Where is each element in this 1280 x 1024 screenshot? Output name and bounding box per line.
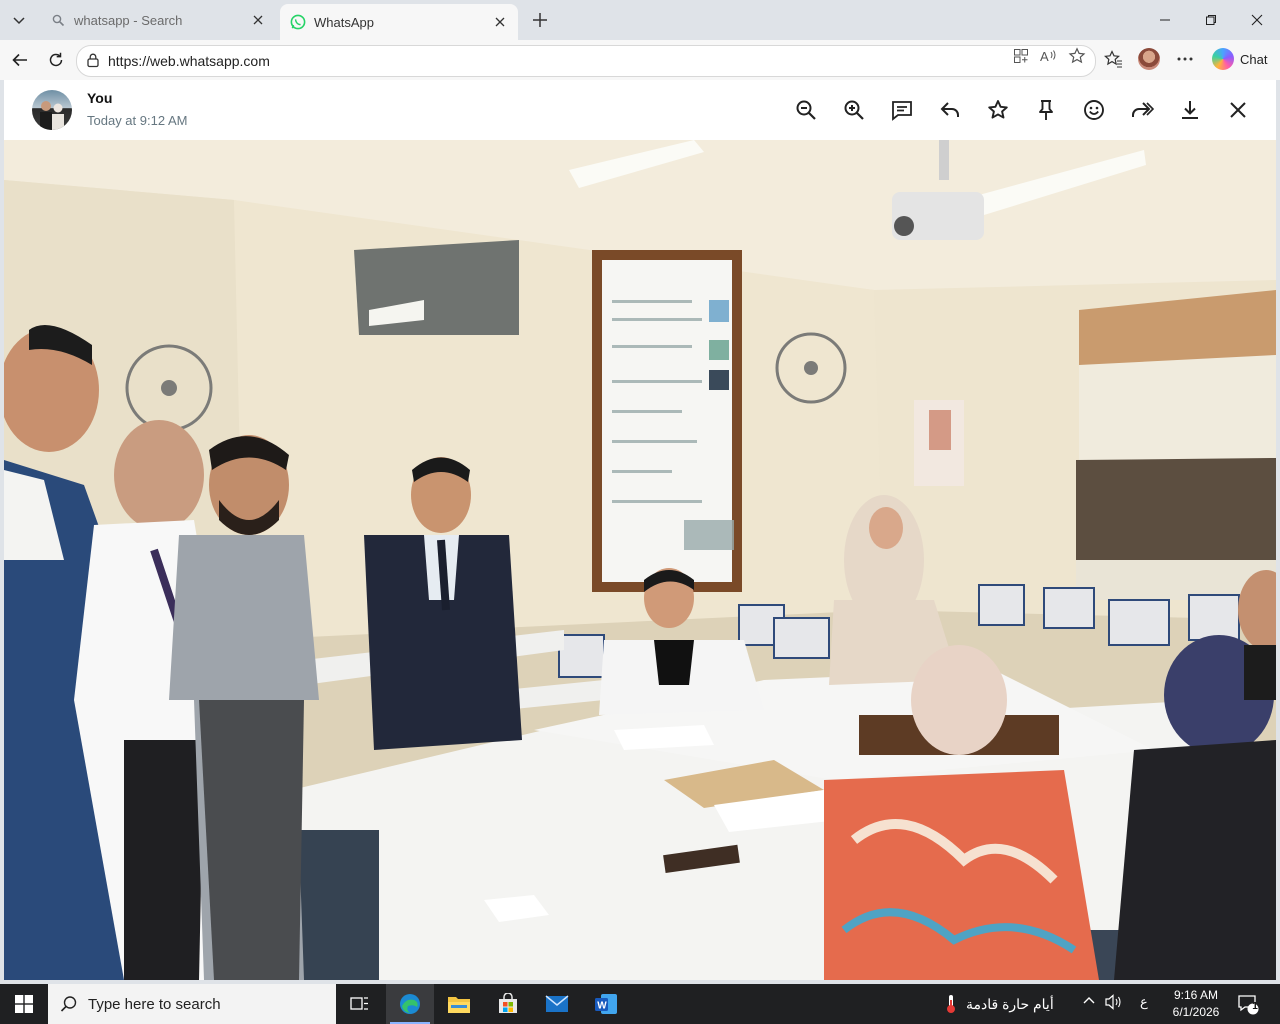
close-tab-button[interactable]: [490, 12, 510, 32]
tab-strip: whatsapp - Search WhatsApp: [0, 0, 1280, 40]
start-button[interactable]: [0, 984, 48, 1024]
app-available-icon[interactable]: [1011, 46, 1031, 66]
pin-icon: [1039, 100, 1053, 120]
minimize-icon: [1160, 19, 1170, 21]
media-viewer-header: You Today at 9:12 AM: [4, 80, 1276, 140]
forward-icon: [1132, 102, 1154, 117]
plus-icon: [533, 13, 547, 27]
taskbar-clock[interactable]: 9:16 AM 6/1/2026: [1164, 987, 1228, 1021]
favorite-star-icon[interactable]: [1067, 46, 1087, 66]
search-icon: [60, 996, 77, 1012]
speaker-icon: [1105, 994, 1121, 1010]
site-info-icon[interactable]: [85, 52, 101, 73]
react-button[interactable]: [1081, 97, 1107, 123]
clock-date: 6/1/2026: [1172, 1005, 1220, 1019]
weather-text: أيام حارة قادمة: [966, 995, 1054, 1012]
tab-title: whatsapp - Search: [74, 12, 183, 28]
restore-icon: [1206, 15, 1216, 25]
close-icon: [495, 17, 505, 27]
taskbar-file-explorer[interactable]: [435, 984, 483, 1024]
svg-text:A: A: [1040, 49, 1049, 64]
zoom-in-icon: [844, 100, 864, 120]
classroom-photo: [4, 140, 1276, 980]
shared-photo[interactable]: [4, 140, 1276, 980]
whatsapp-icon: [290, 14, 306, 30]
chevron-down-icon: [13, 17, 25, 25]
copilot-chat-button[interactable]: Chat: [1206, 45, 1272, 73]
close-viewer-button[interactable]: [1225, 97, 1251, 123]
view-caption-button[interactable]: [889, 97, 915, 123]
star-icon: [988, 100, 1008, 119]
task-view-icon: [350, 997, 368, 1010]
profile-avatar[interactable]: [1138, 48, 1160, 70]
download-button[interactable]: [1177, 97, 1203, 123]
notification-count: 1: [1252, 1001, 1258, 1012]
avatar: [32, 90, 72, 130]
pin-button[interactable]: [1033, 97, 1059, 123]
close-icon: [1251, 14, 1263, 26]
more-options-icon[interactable]: [1172, 46, 1198, 72]
taskbar-edge[interactable]: [386, 984, 434, 1024]
word-icon: W: [595, 994, 617, 1014]
copilot-icon: [1212, 48, 1234, 70]
address-bar[interactable]: https://web.whatsapp.com: [76, 45, 1096, 77]
back-button[interactable]: [6, 46, 34, 74]
zoom-out-icon: [796, 100, 816, 120]
taskbar-mail[interactable]: [533, 984, 581, 1024]
notification-center-button[interactable]: 1: [1236, 992, 1260, 1016]
caption-icon: [892, 101, 912, 121]
arrow-left-icon: [12, 53, 27, 67]
favorites-icon[interactable]: [1100, 46, 1126, 72]
chevron-up-icon: [1083, 997, 1095, 1004]
windows-logo-icon: [15, 995, 33, 1013]
thermometer-icon: [947, 995, 955, 1013]
tab-search[interactable]: whatsapp - Search: [40, 4, 276, 36]
refresh-button[interactable]: [42, 46, 70, 74]
tab-title: WhatsApp: [314, 14, 374, 30]
refresh-icon: [49, 52, 63, 67]
svg-text:W: W: [597, 1001, 607, 1012]
browser-toolbar: https://web.whatsapp.com A Chat: [0, 40, 1280, 80]
volume-button[interactable]: [1105, 994, 1123, 1013]
close-icon: [1230, 102, 1246, 118]
close-icon: [253, 15, 263, 25]
minimize-button[interactable]: [1142, 0, 1188, 40]
edge-icon: [400, 994, 420, 1014]
clock-time: 9:16 AM: [1173, 988, 1219, 1002]
mail-icon: [545, 995, 569, 1012]
reply-icon: [940, 102, 959, 117]
show-hidden-icons-button[interactable]: [1082, 994, 1096, 1011]
taskbar-store[interactable]: [484, 984, 532, 1024]
weather-widget[interactable]: أيام حارة قادمة: [944, 994, 1054, 1014]
download-icon: [1182, 101, 1198, 119]
search-icon: [50, 12, 66, 28]
read-aloud-icon[interactable]: A: [1039, 46, 1059, 66]
sender-name: You: [87, 90, 113, 106]
message-timestamp: Today at 9:12 AM: [87, 113, 188, 128]
folder-icon: [448, 997, 470, 1013]
task-view-button[interactable]: [336, 984, 384, 1024]
reply-button[interactable]: [937, 97, 963, 123]
restore-button[interactable]: [1188, 0, 1234, 40]
url-text: https://web.whatsapp.com: [108, 53, 270, 69]
emoji-icon: [1084, 100, 1104, 120]
store-icon: [499, 993, 517, 1013]
forward-button[interactable]: [1129, 97, 1155, 123]
tab-whatsapp[interactable]: WhatsApp: [280, 4, 518, 40]
zoom-in-button[interactable]: [841, 97, 867, 123]
search-placeholder: Type here to search: [88, 995, 221, 1013]
taskbar: Type here to search W أيام حارة قادمة ع …: [0, 984, 1280, 1024]
new-tab-button[interactable]: [526, 6, 554, 34]
close-window-button[interactable]: [1234, 0, 1280, 40]
taskbar-search-box[interactable]: Type here to search: [48, 984, 336, 1024]
chat-label: Chat: [1240, 51, 1268, 67]
taskbar-word[interactable]: W: [582, 984, 630, 1024]
tab-actions-menu-button[interactable]: [4, 5, 34, 35]
media-viewer: You Today at 9:12 AM: [4, 80, 1276, 980]
star-button[interactable]: [985, 97, 1011, 123]
close-tab-button[interactable]: [248, 10, 268, 30]
zoom-out-button[interactable]: [793, 97, 819, 123]
input-language[interactable]: ع: [1140, 994, 1148, 1010]
